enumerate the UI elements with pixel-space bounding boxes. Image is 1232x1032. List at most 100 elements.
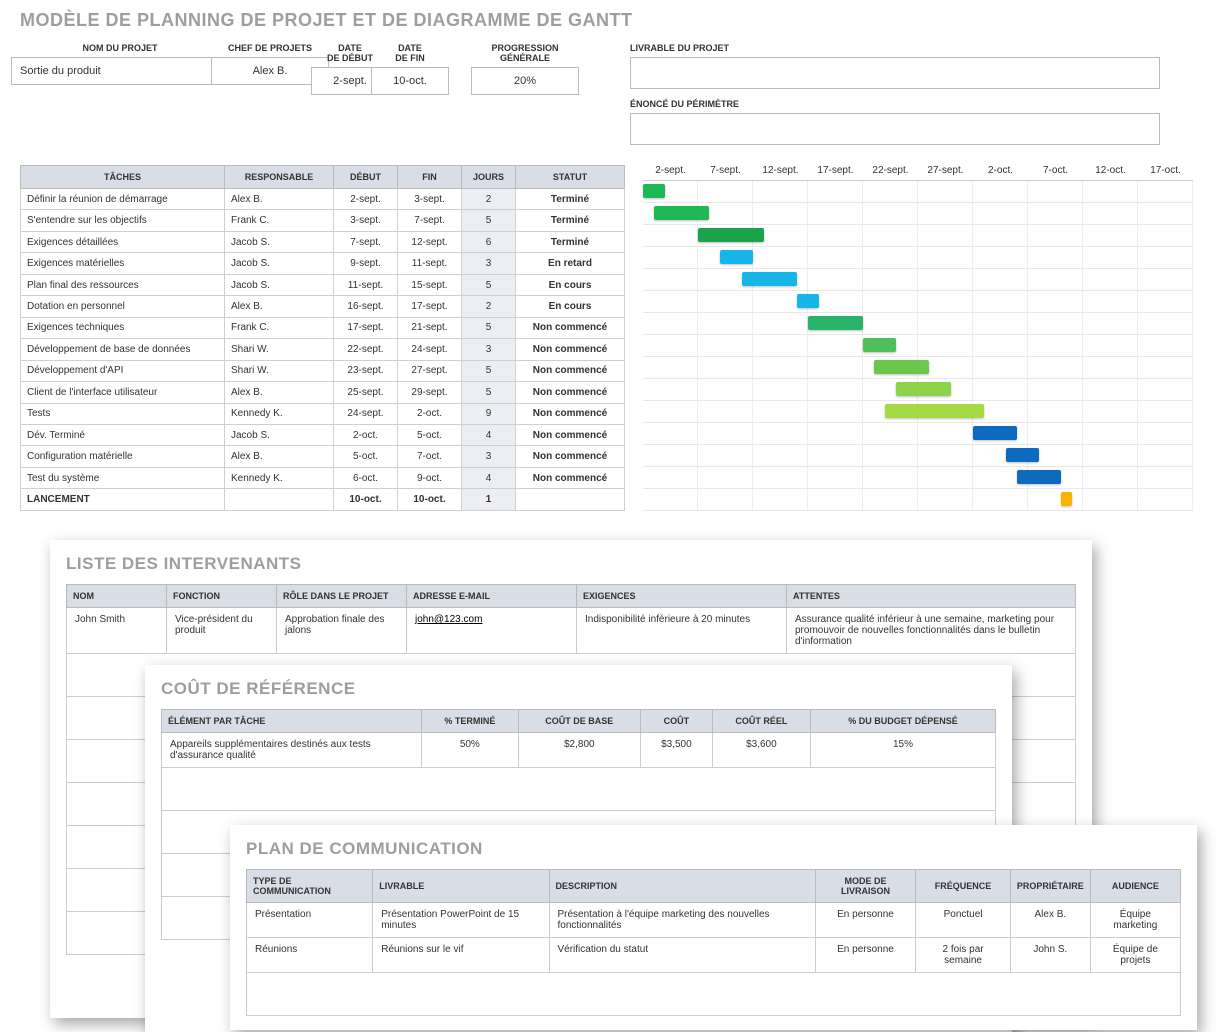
task-name: LANCEMENT	[21, 489, 225, 511]
table-row[interactable]: LANCEMENT10-oct.10-oct.1	[21, 489, 625, 511]
gantt-bar[interactable]	[654, 206, 709, 220]
task-owner: Kennedy K.	[225, 467, 334, 488]
task-name: Tests	[21, 403, 225, 424]
table-row[interactable]: Test du systèmeKennedy K.6-oct.9-oct.4No…	[21, 467, 625, 488]
gantt-row	[643, 401, 1193, 423]
col-header: % DU BUDGET DÉPENSÉ	[810, 710, 995, 733]
input-deliverable[interactable]	[630, 57, 1160, 89]
cell-project-name[interactable]: Sortie du produit	[11, 57, 229, 85]
task-end: 24-sept.	[398, 339, 462, 360]
task-owner: Jacob S.	[225, 231, 334, 252]
gantt-row	[643, 247, 1193, 269]
gantt-bar[interactable]	[1017, 470, 1061, 484]
task-name: Exigences détaillées	[21, 231, 225, 252]
gantt-row	[643, 467, 1193, 489]
table-row[interactable]: Développement de base de donnéesShari W.…	[21, 339, 625, 360]
task-end: 17-sept.	[398, 296, 462, 317]
gantt-bar[interactable]	[720, 250, 753, 264]
task-days: 6	[462, 231, 516, 252]
table-row[interactable]: S'entendre sur les objectifsFrank C.3-se…	[21, 210, 625, 231]
cost-real: $3,600	[712, 733, 810, 768]
gantt-row	[643, 335, 1193, 357]
col-header: EXIGENCES	[577, 585, 787, 608]
task-end: 15-sept.	[398, 274, 462, 295]
task-name: Client de l'interface utilisateur	[21, 382, 225, 403]
col-header: ATTENTES	[787, 585, 1076, 608]
cell-end-date[interactable]: 10-oct.	[371, 67, 449, 95]
task-name: Développement d'API	[21, 360, 225, 381]
table-row[interactable]: Client de l'interface utilisateurAlex B.…	[21, 382, 625, 403]
tasks-table: TÂCHESRESPONSABLEDÉBUTFINJOURSSTATUT Déf…	[20, 165, 625, 511]
table-row[interactable]: Dotation en personnelAlex B.16-sept.17-s…	[21, 296, 625, 317]
task-owner: Kennedy K.	[225, 403, 334, 424]
col-header: FONCTION	[167, 585, 277, 608]
table-row[interactable]: Exigences détailléesJacob S.7-sept.12-se…	[21, 231, 625, 252]
task-status: Terminé	[516, 189, 625, 210]
cost-spent: 15%	[810, 733, 995, 768]
gantt-bar[interactable]	[1061, 492, 1072, 506]
gantt-bar[interactable]	[643, 184, 665, 198]
gantt-tick: 2-oct.	[973, 165, 1028, 180]
task-start: 9-sept.	[334, 253, 398, 274]
gantt-bar[interactable]	[742, 272, 797, 286]
gantt-bar[interactable]	[797, 294, 819, 308]
gantt-bar[interactable]	[973, 426, 1017, 440]
gantt-bar[interactable]	[808, 316, 863, 330]
task-status: Non commencé	[516, 317, 625, 338]
task-name: Configuration matérielle	[21, 446, 225, 467]
table-row[interactable]: Développement d'APIShari W.23-sept.27-se…	[21, 360, 625, 381]
col-header: TYPE DE COMMUNICATION	[247, 870, 373, 903]
col-header: ÉLÉMENT PAR TÂCHE	[162, 710, 422, 733]
cost-item: Appareils supplémentaires destinés aux t…	[162, 733, 422, 768]
gantt-bar[interactable]	[885, 404, 984, 418]
table-row[interactable]: John Smith Vice-président du produit App…	[67, 608, 1076, 654]
col-header: PROPRIÉTAIRE	[1010, 870, 1090, 903]
cell-progress[interactable]: 20%	[471, 67, 579, 95]
gantt-bar[interactable]	[1006, 448, 1039, 462]
table-row[interactable]: Dév. TerminéJacob S.2-oct.5-oct.4Non com…	[21, 424, 625, 445]
gantt-row	[643, 489, 1193, 511]
col-header: JOURS	[462, 166, 516, 189]
col-header: AUDIENCE	[1090, 870, 1180, 903]
table-row[interactable]: Exigences matériellesJacob S.9-sept.11-s…	[21, 253, 625, 274]
task-days: 3	[462, 253, 516, 274]
task-end: 10-oct.	[398, 489, 462, 511]
table-row[interactable]: Plan final des ressourcesJacob S.11-sept…	[21, 274, 625, 295]
task-start: 11-sept.	[334, 274, 398, 295]
summary-strip: NOM DU PROJET Sortie du produit CHEF DE …	[20, 39, 570, 145]
stake-exp: Assurance qualité inférieur à une semain…	[787, 608, 1076, 654]
table-row[interactable]: PrésentationPrésentation PowerPoint de 1…	[247, 903, 1181, 938]
task-start: 23-sept.	[334, 360, 398, 381]
task-status: Non commencé	[516, 360, 625, 381]
col-header: % TERMINÉ	[422, 710, 519, 733]
gantt-bar[interactable]	[698, 228, 764, 242]
input-scope[interactable]	[630, 113, 1160, 145]
table-row[interactable]: Configuration matérielleAlex B.5-oct.7-o…	[21, 446, 625, 467]
table-row[interactable]: Exigences techniquesFrank C.17-sept.21-s…	[21, 317, 625, 338]
gantt-bar[interactable]	[896, 382, 951, 396]
table-row[interactable]: RéunionsRéunions sur le vifVérification …	[247, 938, 1181, 973]
task-owner: Frank C.	[225, 317, 334, 338]
stake-title: LISTE DES INTERVENANTS	[66, 554, 1076, 574]
task-days: 2	[462, 189, 516, 210]
task-status: Non commencé	[516, 382, 625, 403]
table-row[interactable]: Définir la réunion de démarrageAlex B.2-…	[21, 189, 625, 210]
table-row[interactable]: Appareils supplémentaires destinés aux t…	[162, 733, 996, 768]
task-status: Terminé	[516, 231, 625, 252]
task-days: 5	[462, 317, 516, 338]
gantt-tick: 22-sept.	[863, 165, 918, 180]
task-days: 5	[462, 382, 516, 403]
gantt-tick: 17-oct.	[1138, 165, 1193, 180]
table-row[interactable]: TestsKennedy K.24-sept.2-oct.9Non commen…	[21, 403, 625, 424]
col-header: STATUT	[516, 166, 625, 189]
gantt-row	[643, 357, 1193, 379]
gantt-bar[interactable]	[863, 338, 896, 352]
task-name: Définir la réunion de démarrage	[21, 189, 225, 210]
task-owner: Alex B.	[225, 296, 334, 317]
stake-role: Approbation finale des jalons	[277, 608, 407, 654]
card-communication: PLAN DE COMMUNICATION TYPE DE COMMUNICAT…	[230, 825, 1197, 1030]
cost-base: $2,800	[518, 733, 640, 768]
stake-name: John Smith	[67, 608, 167, 654]
email-link[interactable]: john@123.com	[415, 614, 482, 625]
gantt-bar[interactable]	[874, 360, 929, 374]
